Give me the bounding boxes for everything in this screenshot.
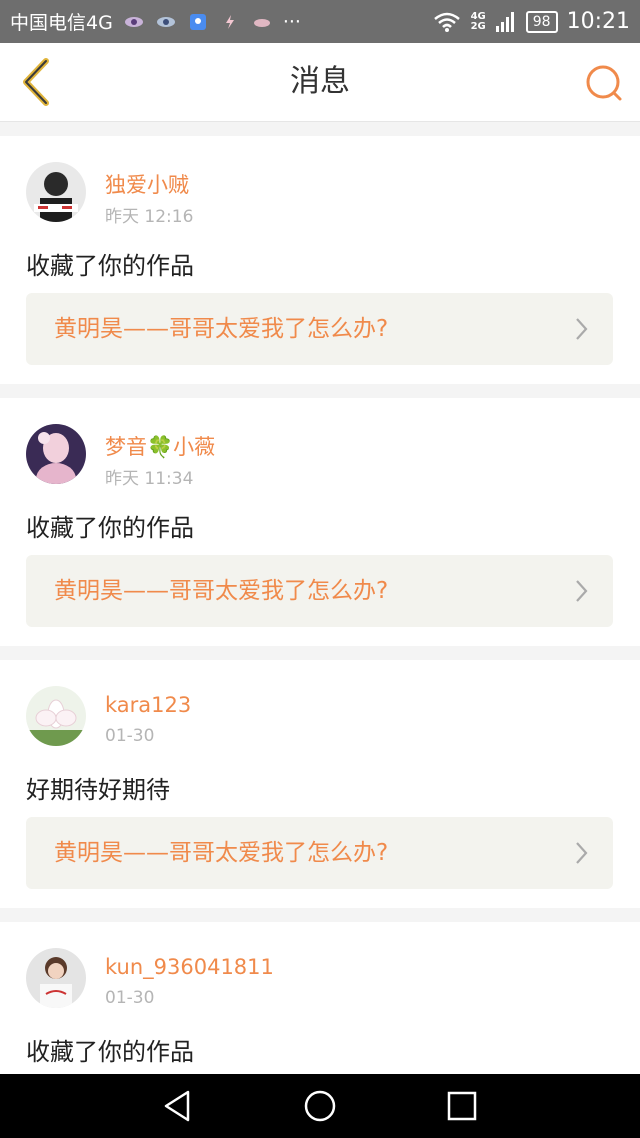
search-icon[interactable] <box>582 61 626 105</box>
carrier-label: 中国电信4G <box>10 12 113 34</box>
cloud-notification-icon <box>253 18 270 27</box>
avatar[interactable] <box>26 424 86 484</box>
chevron-right-icon <box>576 842 588 864</box>
avatar[interactable] <box>26 686 86 746</box>
timestamp: 01-30 <box>105 988 155 1008</box>
work-title: 黄明昊——哥哥太爱我了怎么办? <box>54 316 389 342</box>
message-text: 好期待好期待 <box>26 776 170 804</box>
message-card: kun_936041811 01-30 收藏了你的作品 <box>0 922 640 1074</box>
username[interactable]: kara123 <box>105 693 191 717</box>
net-4g-label: 4G <box>470 10 486 22</box>
timestamp: 昨天 12:16 <box>105 207 194 227</box>
message-card: 独爱小贼 昨天 12:16 收藏了你的作品 黄明昊——哥哥太爱我了怎么办? <box>0 136 640 384</box>
message-card: 梦音🍀小薇 昨天 11:34 收藏了你的作品 黄明昊——哥哥太爱我了怎么办? <box>0 398 640 646</box>
work-link[interactable]: 黄明昊——哥哥太爱我了怎么办? <box>26 293 613 365</box>
message-text: 收藏了你的作品 <box>26 514 194 542</box>
header-bar: 消息 <box>0 43 640 122</box>
bolt-notification-icon <box>225 14 234 29</box>
circle-home-icon[interactable] <box>302 1088 338 1124</box>
chevron-right-icon <box>576 318 588 340</box>
message-list[interactable]: 独爱小贼 昨天 12:16 收藏了你的作品 黄明昊——哥哥太爱我了怎么办? 梦音… <box>0 122 640 1074</box>
work-title: 黄明昊——哥哥太爱我了怎么办? <box>54 578 389 604</box>
username[interactable]: 梦音🍀小薇 <box>105 431 215 461</box>
square-recent-icon[interactable] <box>444 1088 480 1124</box>
message-card: kara123 01-30 好期待好期待 黄明昊——哥哥太爱我了怎么办? <box>0 660 640 908</box>
notification-icons: ··· <box>123 11 301 33</box>
net-2g-label: 2G <box>470 20 486 32</box>
status-bar: 中国电信4G ··· 4G 2G 98 10:21 <box>0 0 640 43</box>
location-app-icon <box>189 13 206 30</box>
username[interactable]: kun_936041811 <box>105 955 274 979</box>
message-text: 收藏了你的作品 <box>26 252 194 280</box>
work-title: 黄明昊——哥哥太爱我了怎么办? <box>54 840 389 866</box>
timestamp: 昨天 11:34 <box>105 469 194 489</box>
message-text: 收藏了你的作品 <box>26 1038 194 1066</box>
eye-notification-icon <box>156 16 175 27</box>
avatar[interactable] <box>26 162 86 222</box>
signal-icon <box>495 11 514 32</box>
work-link[interactable]: 黄明昊——哥哥太爱我了怎么办? <box>26 555 613 627</box>
eye-notification-icon <box>124 16 143 27</box>
page-title: 消息 <box>290 64 350 99</box>
network-type: 4G 2G <box>470 10 486 32</box>
system-nav-bar <box>0 1074 640 1138</box>
chevron-right-icon <box>576 580 588 602</box>
triangle-back-icon[interactable] <box>160 1088 196 1124</box>
more-notifications-label: ··· <box>282 10 301 33</box>
clock: 10:21 <box>566 9 630 34</box>
wifi-icon <box>433 12 460 32</box>
battery-indicator: 98 <box>525 10 558 33</box>
avatar[interactable] <box>26 948 86 1008</box>
work-link[interactable]: 黄明昊——哥哥太爱我了怎么办? <box>26 817 613 889</box>
timestamp: 01-30 <box>105 726 155 746</box>
username[interactable]: 独爱小贼 <box>105 169 189 199</box>
